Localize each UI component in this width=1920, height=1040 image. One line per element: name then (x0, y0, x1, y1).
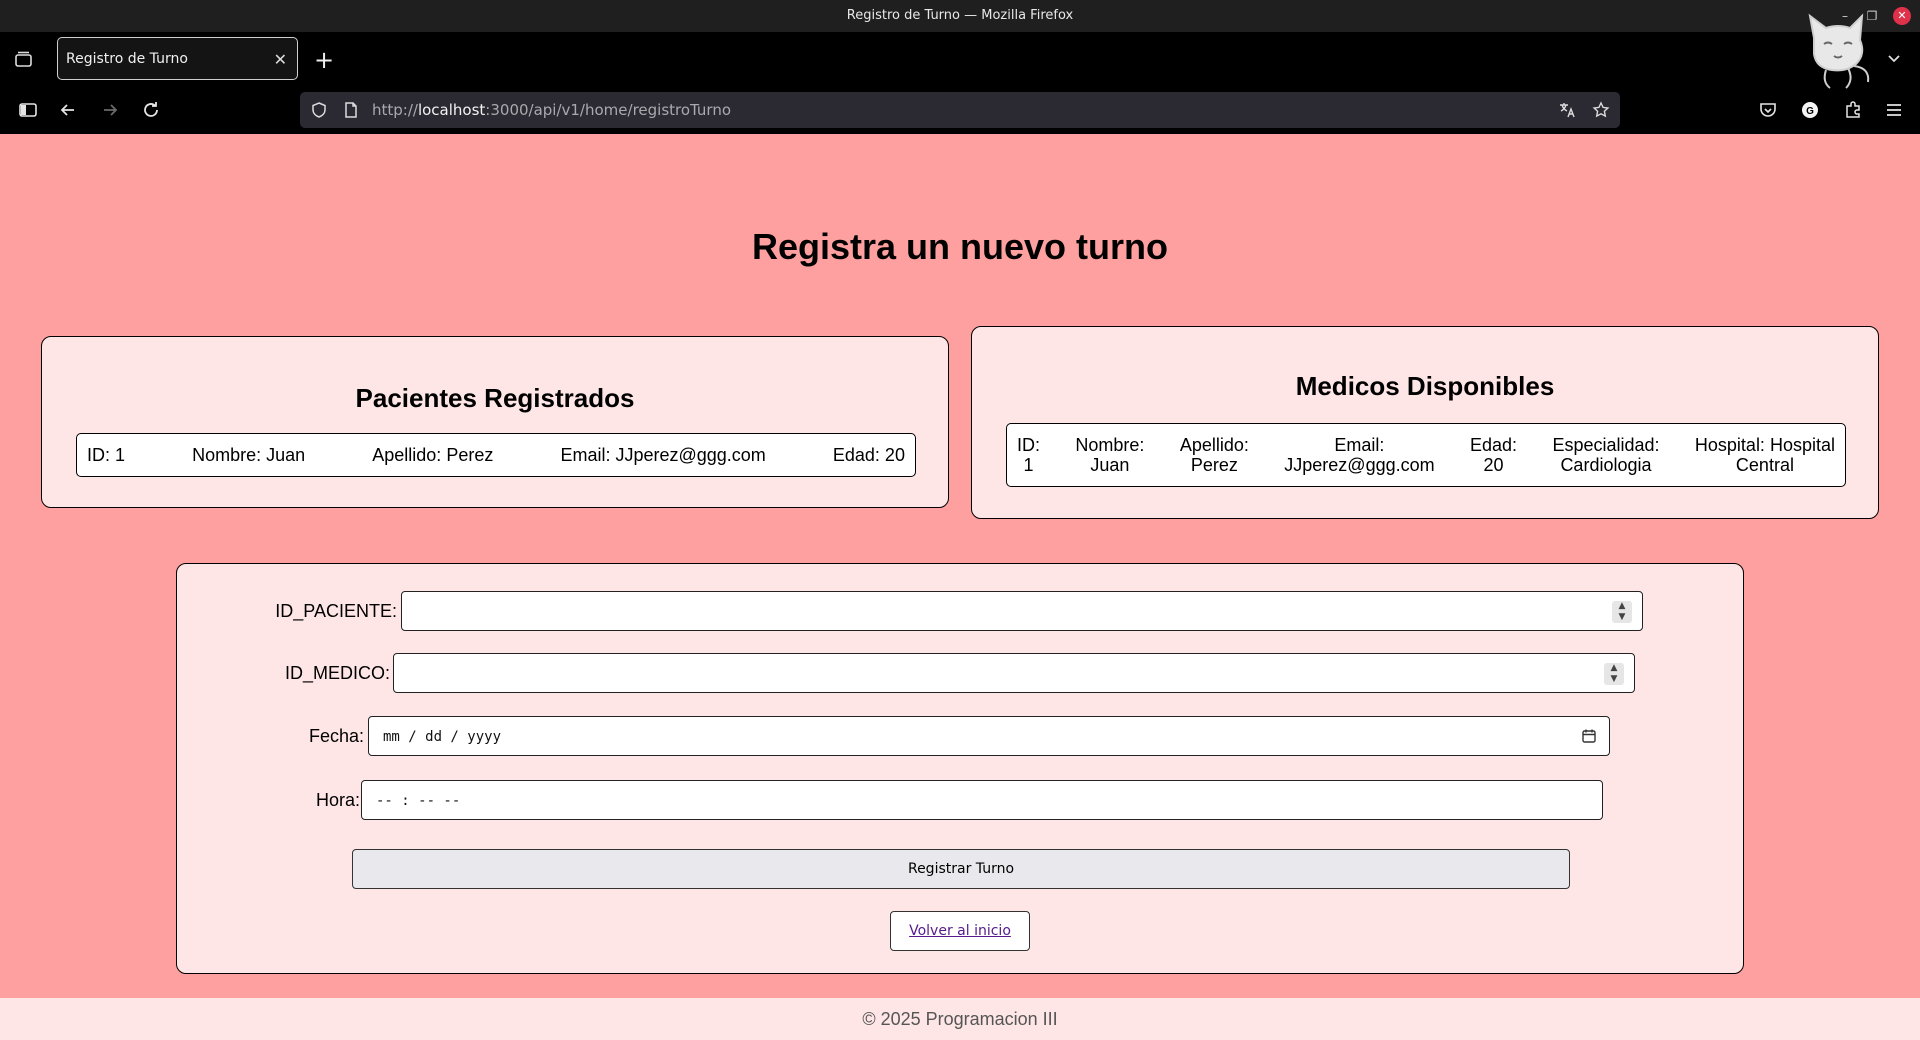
hora-label: Hora: (315, 790, 360, 810)
medicos-card: Medicos Disponibles ID: 1 Nombre: Juan Ape… (971, 326, 1879, 519)
close-window-button[interactable]: ✕ (1893, 7, 1911, 25)
svg-text:G: G (1806, 106, 1814, 117)
pocket-icon[interactable] (1758, 100, 1778, 120)
id-paciente-label: ID_PACIENTE: (275, 601, 397, 621)
shield-icon[interactable] (310, 101, 328, 119)
back-arrow-icon[interactable] (58, 100, 78, 120)
id-paciente-input[interactable]: ▲ ▼ (401, 591, 1643, 631)
number-stepper-icon[interactable]: ▲ ▼ (1604, 663, 1624, 685)
close-tab-icon[interactable]: ✕ (274, 50, 287, 69)
fecha-label: Fecha: (308, 726, 364, 746)
reload-icon[interactable] (141, 100, 161, 120)
tab-overview-icon[interactable] (14, 50, 34, 70)
bookmark-star-icon[interactable] (1592, 101, 1610, 119)
window-title: Registro de Turno — Mozilla Firefox (846, 8, 1074, 23)
volver-al-inicio-link[interactable]: Volver al inicio (909, 923, 1011, 939)
pacientes-card: Pacientes Registrados ID: 1 Nombre: Juan… (41, 336, 949, 508)
fecha-placeholder: mm / dd / yyyy (383, 729, 502, 745)
paciente-edad: Edad: 20 (832, 445, 905, 465)
paciente-id: ID: 1 (87, 445, 126, 465)
medico-edad: Edad: 20 (1470, 435, 1518, 475)
hora-input[interactable]: -- : -- -- (361, 780, 1603, 820)
medico-hospital: Hospital: Hospital Central (1694, 435, 1835, 475)
registrar-turno-button[interactable]: Registrar Turno (352, 849, 1570, 889)
pacientes-heading: Pacientes Registrados (355, 383, 635, 413)
page-title: Registra un nuevo turno (751, 226, 1169, 267)
id-medico-label: ID_MEDICO: (284, 663, 390, 683)
url-text[interactable]: http://localhost:3000/api/v1/home/regist… (372, 92, 731, 128)
id-medico-input[interactable]: ▲ ▼ (393, 653, 1635, 693)
extensions-icon[interactable] (1843, 100, 1863, 120)
account-icon[interactable]: G (1800, 100, 1820, 120)
calendar-icon[interactable] (1581, 728, 1597, 744)
page-footer: © 2025 Programacion III (0, 998, 1920, 1040)
medico-especialidad: Especialidad: Cardiologia (1552, 435, 1660, 475)
medico-nombre: Nombre: Juan (1075, 435, 1145, 475)
tab-label: Registro de Turno (66, 51, 188, 67)
fecha-input[interactable]: mm / dd / yyyy (368, 716, 1610, 756)
medico-row: ID: 1 Nombre: Juan Apellido: Perez Email: JJ… (1006, 423, 1846, 487)
paciente-nombre: Nombre: Juan (192, 445, 306, 465)
medicos-heading: Medicos Disponibles (1295, 371, 1555, 401)
cat-mascot-icon (1808, 13, 1870, 89)
paciente-email: Email: JJperez@ggg.com (560, 445, 766, 465)
tab-registro-de-turno[interactable]: Registro de Turno ✕ (57, 37, 298, 80)
paciente-apellido: Apellido: Perez (372, 445, 494, 465)
volver-al-inicio-button[interactable]: Volver al inicio (890, 911, 1030, 951)
menu-icon[interactable] (1884, 100, 1904, 120)
paciente-row: ID: 1 Nombre: Juan Apellido: Perez Email… (76, 433, 916, 477)
page-icon[interactable] (342, 101, 360, 119)
new-tab-button[interactable]: + (314, 46, 334, 74)
navigation-toolbar: http://localhost:3000/api/v1/home/regist… (0, 86, 1920, 134)
page-content: Registra un nuevo turno Pacientes Regist… (0, 134, 1920, 1040)
medico-email: Email: JJperez@ggg.com (1284, 435, 1435, 475)
hora-placeholder: -- : -- -- (376, 793, 461, 809)
medico-id: ID: 1 (1017, 435, 1041, 475)
address-bar[interactable]: http://localhost:3000/api/v1/home/regist… (300, 92, 1620, 128)
translate-icon[interactable] (1558, 101, 1576, 119)
number-stepper-icon[interactable]: ▲ ▼ (1612, 601, 1632, 623)
tab-bar: Registro de Turno ✕ + (0, 32, 1920, 86)
forward-arrow-icon[interactable] (100, 100, 120, 120)
window-titlebar: Registro de Turno — Mozilla Firefox – ❐ … (0, 0, 1920, 32)
registro-turno-form: ID_PACIENTE: ▲ ▼ ID_MEDICO: ▲ ▼ Fecha: mm … (176, 563, 1744, 974)
sidebar-icon[interactable] (18, 100, 38, 120)
medico-apellido: Apellido: Perez (1179, 435, 1249, 475)
chevron-down-icon[interactable] (1886, 50, 1902, 66)
